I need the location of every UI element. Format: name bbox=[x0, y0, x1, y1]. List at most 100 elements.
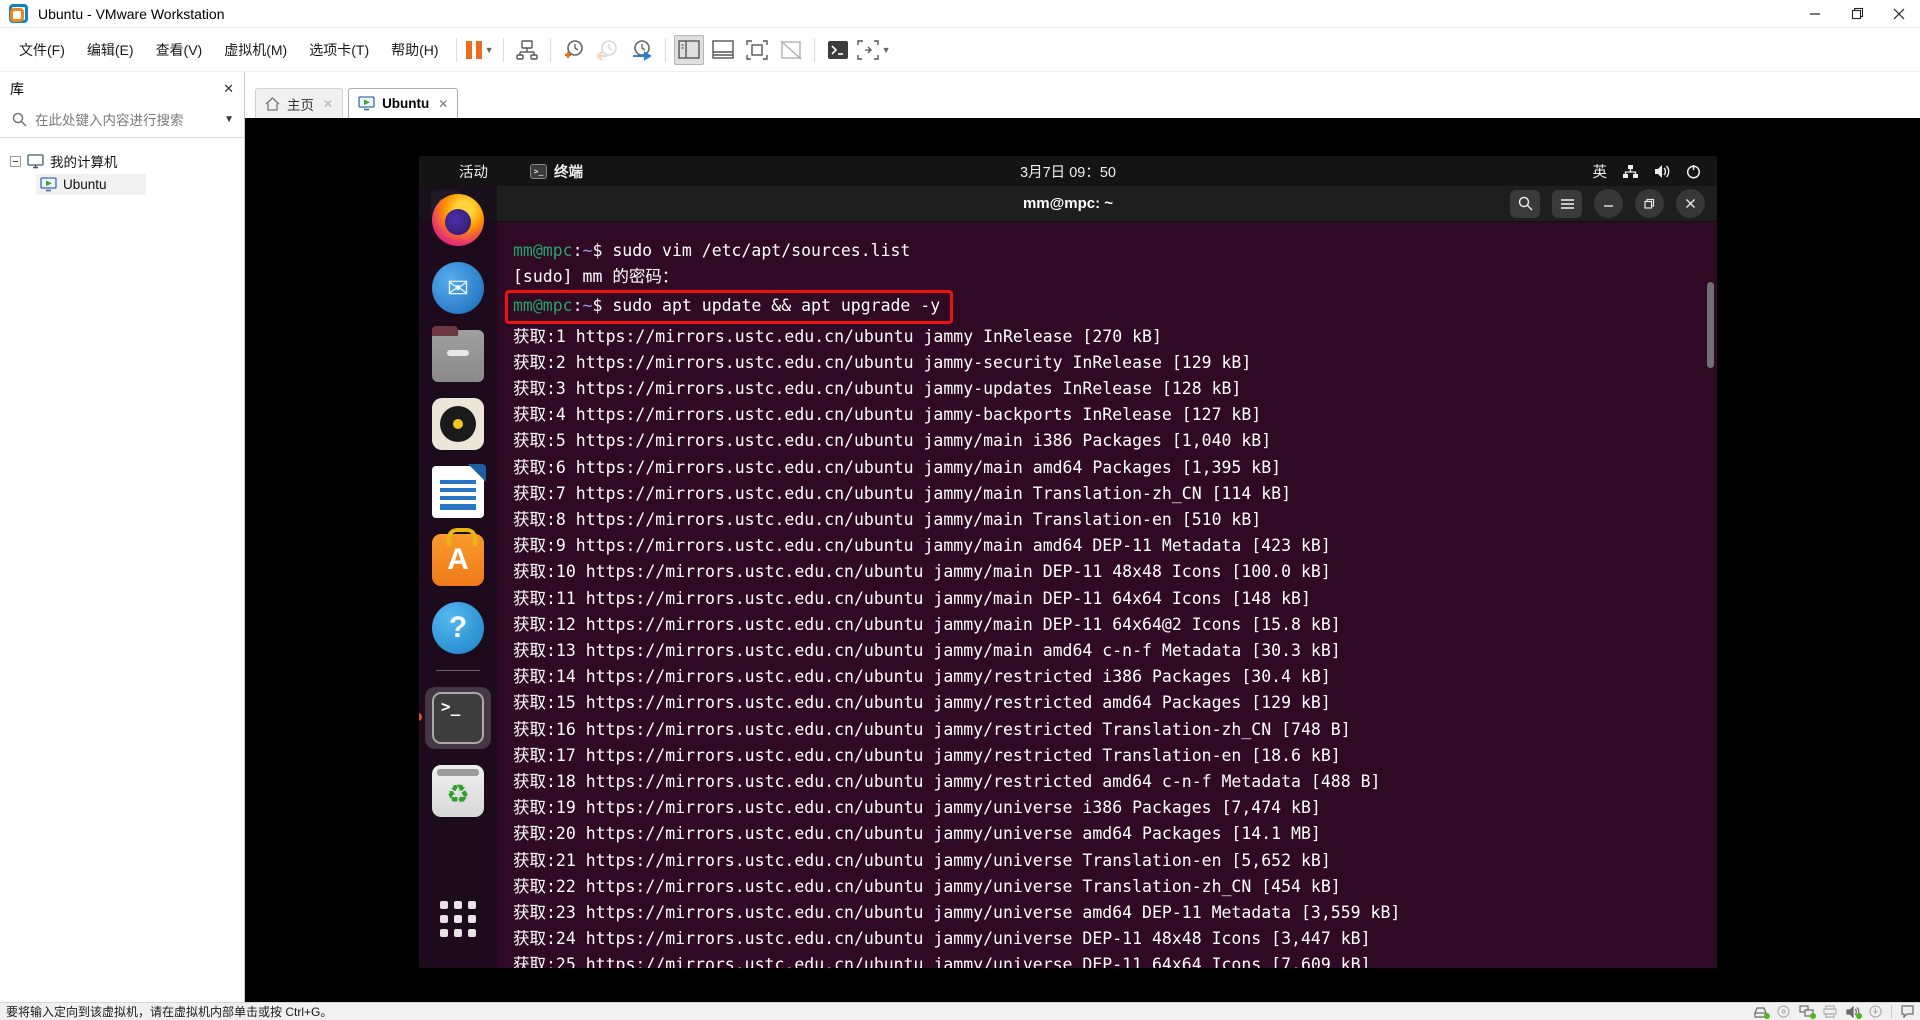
volume-icon[interactable] bbox=[1654, 164, 1671, 179]
network-icon[interactable] bbox=[1622, 164, 1639, 179]
fullscreen-button[interactable] bbox=[742, 35, 772, 65]
window-title: Ubuntu - VMware Workstation bbox=[38, 5, 225, 22]
terminal-line: 获取:6 https://mirrors.ustc.edu.cn/ubuntu … bbox=[513, 457, 1282, 477]
take-snapshot-button[interactable] bbox=[559, 35, 589, 65]
ubuntu-screen[interactable]: 活动 >_ 终端 3月7日 09：50 英 mm@mpc: ~ mm@mpc:~… bbox=[419, 156, 1717, 968]
terminal-line: 获取:18 https://mirrors.ustc.edu.cn/ubuntu… bbox=[513, 772, 1381, 792]
tab-home[interactable]: 主页 ✕ bbox=[255, 88, 344, 118]
vmware-logo-icon bbox=[9, 4, 28, 23]
terminal-icon[interactable] bbox=[432, 692, 484, 744]
tree-item-ubuntu[interactable]: Ubuntu bbox=[36, 174, 146, 195]
libreoffice-writer-icon[interactable] bbox=[432, 466, 484, 518]
chevron-down-icon[interactable]: ▼ bbox=[485, 45, 494, 55]
vmware-workstation-window: Ubuntu - VMware Workstation 文件(F) 编辑(E) … bbox=[0, 0, 1920, 1020]
status-message: 要将输入定向到该虚拟机，请在虚拟机内部单击或按 Ctrl+G。 bbox=[6, 1005, 333, 1019]
ubuntu-software-icon[interactable] bbox=[432, 528, 484, 586]
help-icon[interactable] bbox=[432, 602, 484, 654]
terminal-line: 获取:14 https://mirrors.ustc.edu.cn/ubuntu… bbox=[513, 667, 1331, 687]
toolbar-separator bbox=[664, 37, 666, 62]
minimize-button[interactable] bbox=[1794, 0, 1836, 27]
show-library-toggle[interactable] bbox=[673, 34, 704, 65]
terminal-close-button[interactable] bbox=[1676, 189, 1705, 218]
terminal-line: 获取:17 https://mirrors.ustc.edu.cn/ubuntu… bbox=[513, 745, 1341, 765]
printer-icon[interactable] bbox=[1823, 1005, 1837, 1018]
search-filter-caret-icon[interactable]: ▼ bbox=[224, 114, 234, 125]
tree-item-my-computer[interactable]: 我的计算机 bbox=[6, 148, 238, 174]
clock-label[interactable]: 3月7日 09：50 bbox=[1020, 161, 1116, 182]
terminal-dock-item[interactable] bbox=[419, 687, 491, 749]
power-icon[interactable] bbox=[1686, 164, 1701, 179]
pause-vm-button[interactable]: ▼ bbox=[465, 35, 495, 65]
terminal-line: mm@mpc:~$ sudo vim /etc/apt/sources.list bbox=[513, 241, 911, 260]
menu-tabs[interactable]: 选项卡(T) bbox=[298, 34, 380, 66]
terminal-line: 获取:15 https://mirrors.ustc.edu.cn/ubuntu… bbox=[513, 693, 1331, 713]
snapshot-manager-button[interactable] bbox=[627, 35, 657, 65]
terminal-line: 获取:21 https://mirrors.ustc.edu.cn/ubuntu… bbox=[513, 850, 1331, 870]
console-view-button[interactable] bbox=[823, 35, 853, 65]
rhythmbox-icon[interactable] bbox=[432, 398, 484, 450]
toolbar-separator bbox=[455, 37, 457, 62]
tab-ubuntu[interactable]: Ubuntu ✕ bbox=[348, 88, 459, 118]
terminal-line: 获取:8 https://mirrors.ustc.edu.cn/ubuntu … bbox=[513, 510, 1262, 530]
revert-snapshot-button[interactable] bbox=[593, 35, 623, 65]
tab-close-icon[interactable]: ✕ bbox=[323, 97, 333, 111]
close-button[interactable] bbox=[1878, 0, 1920, 27]
menu-help[interactable]: 帮助(H) bbox=[380, 34, 449, 66]
message-log-icon[interactable] bbox=[1901, 1005, 1914, 1018]
stretch-guest-button[interactable]: ▼ bbox=[856, 35, 891, 65]
toolbar: 文件(F) 编辑(E) 查看(V) 虚拟机(M) 选项卡(T) 帮助(H) ▼ bbox=[0, 28, 1920, 72]
activities-button[interactable]: 活动 bbox=[459, 161, 488, 182]
terminal-line: 获取:22 https://mirrors.ustc.edu.cn/ubuntu… bbox=[513, 876, 1341, 896]
terminal-minimize-button[interactable] bbox=[1594, 189, 1623, 218]
unity-mode-button[interactable] bbox=[776, 35, 806, 65]
terminal-menu-button[interactable] bbox=[1552, 189, 1582, 218]
hamburger-menu-icon bbox=[1560, 198, 1574, 209]
sound-icon[interactable] bbox=[1846, 1005, 1862, 1019]
files-icon[interactable] bbox=[432, 326, 484, 382]
toolbar-separator bbox=[502, 37, 504, 62]
vm-viewport[interactable]: 活动 >_ 终端 3月7日 09：50 英 mm@mpc: ~ mm@mpc:~… bbox=[245, 118, 1920, 1002]
menu-edit[interactable]: 编辑(E) bbox=[76, 34, 145, 66]
library-search-box[interactable]: 在此处键入内容进行搜索 ▼ bbox=[0, 104, 244, 138]
dock-separator bbox=[436, 670, 480, 671]
terminal-window[interactable]: mm@mpc: ~ mm@mpc:~$ sudo vim /etc/apt/so… bbox=[419, 186, 1717, 968]
collapse-icon[interactable] bbox=[10, 155, 21, 167]
terminal-line: 获取:16 https://mirrors.ustc.edu.cn/ubuntu… bbox=[513, 719, 1351, 739]
network-adapter-icon[interactable] bbox=[1799, 1005, 1816, 1019]
tab-close-icon[interactable]: ✕ bbox=[438, 97, 448, 111]
terminal-line: 获取:20 https://mirrors.ustc.edu.cn/ubuntu… bbox=[513, 824, 1321, 844]
trash-icon[interactable] bbox=[432, 765, 484, 817]
focused-app-label: 终端 bbox=[554, 164, 583, 181]
terminal-header-bar[interactable]: mm@mpc: ~ bbox=[419, 186, 1717, 222]
terminal-search-button[interactable] bbox=[1510, 189, 1540, 218]
terminal-line: 获取:19 https://mirrors.ustc.edu.cn/ubuntu… bbox=[513, 798, 1321, 818]
input-method-indicator[interactable]: 英 bbox=[1593, 161, 1608, 182]
menu-file[interactable]: 文件(F) bbox=[8, 34, 76, 66]
show-applications-icon[interactable] bbox=[435, 896, 481, 942]
restore-button[interactable] bbox=[1836, 0, 1878, 27]
cd-rom-icon[interactable] bbox=[1777, 1005, 1790, 1018]
firefox-icon[interactable] bbox=[432, 194, 484, 246]
ctrl-alt-del-icon bbox=[515, 39, 538, 60]
toolbar-separator bbox=[813, 37, 815, 62]
terminal-scrollbar[interactable] bbox=[1707, 282, 1714, 368]
menu-view[interactable]: 查看(V) bbox=[145, 34, 214, 66]
terminal-title: mm@mpc: ~ bbox=[1022, 195, 1114, 212]
focused-app-menu[interactable]: >_ 终端 bbox=[530, 161, 583, 182]
show-thumbnail-bar-toggle[interactable] bbox=[708, 35, 738, 65]
hard-disk-icon[interactable] bbox=[1753, 1006, 1770, 1019]
chevron-down-icon[interactable]: ▼ bbox=[882, 45, 891, 55]
thunderbird-icon[interactable] bbox=[432, 262, 484, 314]
terminal-restore-button[interactable] bbox=[1635, 189, 1664, 218]
usb-device-icon[interactable] bbox=[1869, 1005, 1882, 1018]
terminal-line: 获取:11 https://mirrors.ustc.edu.cn/ubuntu… bbox=[513, 588, 1311, 608]
stretch-icon bbox=[856, 39, 879, 60]
terminal-line: 获取:5 https://mirrors.ustc.edu.cn/ubuntu … bbox=[513, 431, 1272, 451]
library-close-icon[interactable]: ✕ bbox=[223, 81, 234, 97]
terminal-line: 获取:1 https://mirrors.ustc.edu.cn/ubuntu … bbox=[513, 326, 1162, 346]
terminal-output[interactable]: mm@mpc:~$ sudo vim /etc/apt/sources.list… bbox=[419, 222, 1717, 968]
send-ctrl-alt-del-button[interactable] bbox=[512, 35, 542, 65]
tab-label: Ubuntu bbox=[382, 96, 430, 111]
terminal-line: 获取:25 https://mirrors.ustc.edu.cn/ubuntu… bbox=[513, 955, 1371, 968]
menu-vm[interactable]: 虚拟机(M) bbox=[213, 34, 298, 66]
